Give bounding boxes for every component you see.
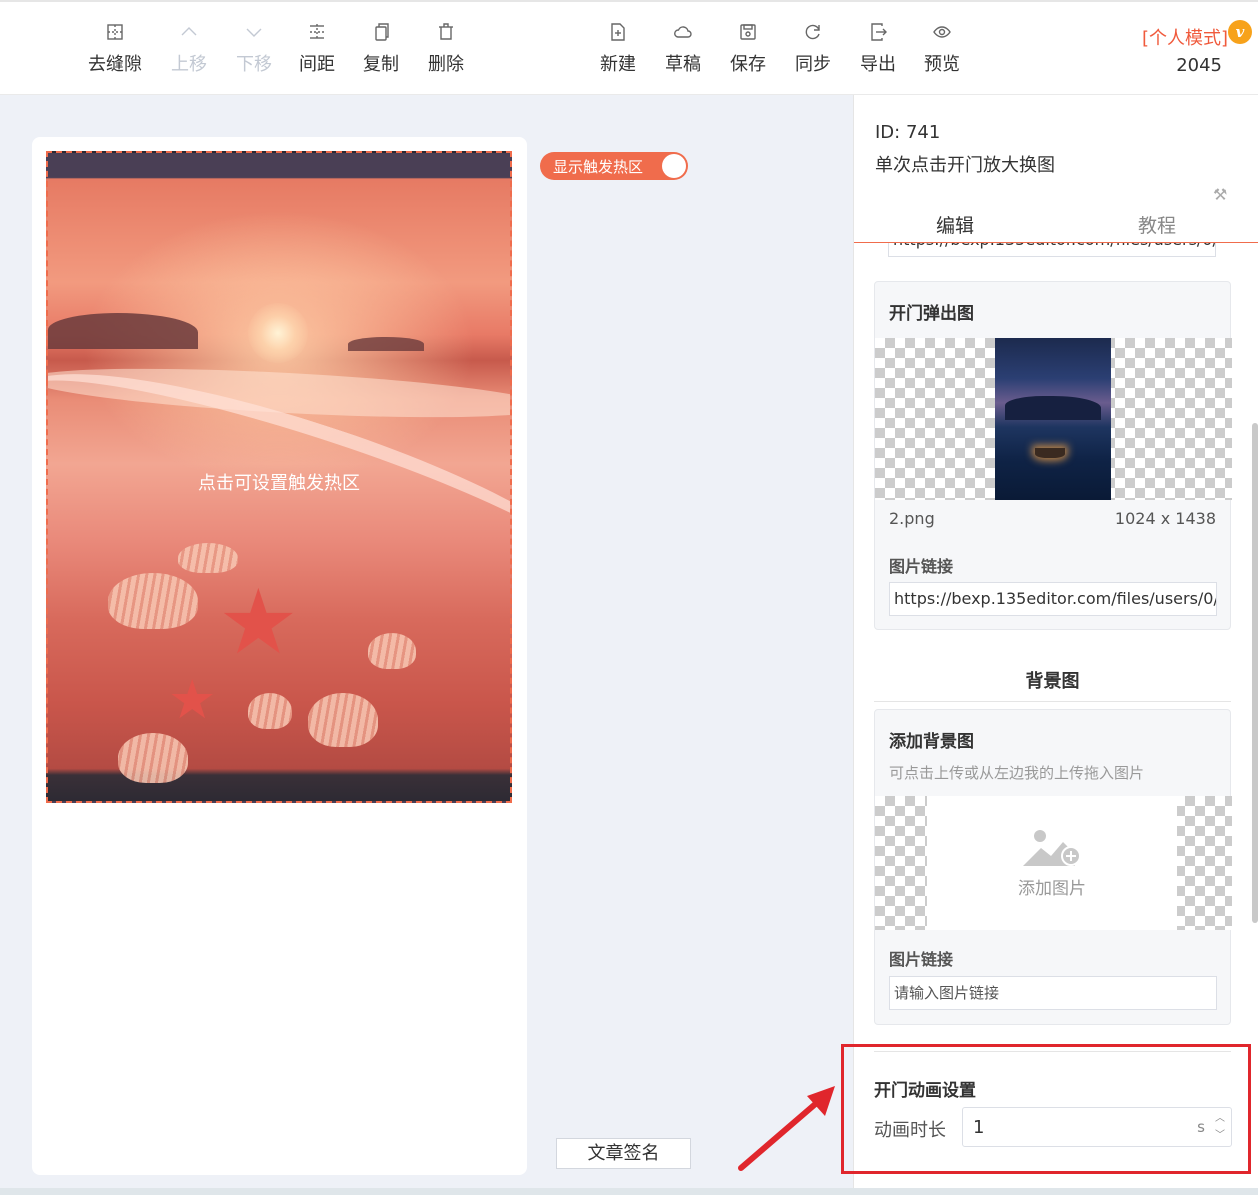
trash-icon: [414, 22, 478, 44]
export-button[interactable]: 导出: [846, 22, 910, 76]
sync-label: 同步: [795, 54, 831, 75]
divider: [874, 701, 1231, 702]
popup-link-label: 图片链接: [889, 557, 954, 576]
save-label: 保存: [730, 54, 766, 75]
popup-image-box: 开门弹出图 2.png 1024 x 1438 图片链接 https://bex…: [874, 281, 1232, 630]
tab-edit[interactable]: 编辑: [936, 211, 974, 238]
shell: [308, 693, 378, 747]
copy-button[interactable]: 复制: [349, 22, 413, 76]
night-lake-image: [995, 338, 1111, 500]
copy-icon: [349, 22, 413, 44]
panel-scrollbar[interactable]: [1252, 423, 1258, 923]
move-up-label: 上移: [171, 54, 207, 75]
spacing-icon: [285, 22, 349, 44]
background-image-dropzone[interactable]: 添加图片: [875, 796, 1232, 930]
new-file-icon: [586, 22, 650, 44]
add-image-label: 添加图片: [1018, 879, 1086, 899]
island-right: [348, 337, 424, 351]
boat: [1035, 448, 1065, 458]
toggle-knob: [662, 154, 686, 178]
chevron-down-icon: [222, 22, 286, 44]
template-id: ID: 741: [875, 122, 941, 143]
tools-icon[interactable]: ⚒: [1213, 185, 1231, 204]
remove-gap-label: 去缝隙: [88, 54, 142, 75]
background-image-title: 添加背景图: [889, 732, 974, 752]
export-icon: [846, 22, 910, 44]
delete-button[interactable]: 删除: [414, 22, 478, 76]
count-value: 2045: [1176, 55, 1222, 76]
sync-icon: [781, 22, 845, 44]
top-link-field[interactable]: https://bexp.135editor.com/files/users/0…: [888, 243, 1216, 257]
shell: [368, 633, 416, 669]
shell: [178, 543, 238, 573]
top-toolbar: 去缝隙 上移 下移 间距 复制 删除 新建 草稿 保存 同步 导出 预览 [个人…: [0, 0, 1258, 95]
copy-label: 复制: [363, 54, 399, 75]
spacing-label: 间距: [299, 54, 335, 75]
draft-button[interactable]: 草稿: [651, 22, 715, 76]
remove-gap-button[interactable]: 去缝隙: [83, 22, 147, 76]
sync-button[interactable]: 同步: [781, 22, 845, 76]
background-image-hint: 可点击上传或从左边我的上传拖入图片: [889, 764, 1145, 782]
preview-button[interactable]: 预览: [910, 22, 974, 76]
panel-tabs: 编辑 教程: [854, 201, 1258, 243]
popup-image-preview[interactable]: [875, 338, 1232, 500]
island-silhouette: [1005, 396, 1101, 420]
export-label: 导出: [860, 54, 896, 75]
spacing-button[interactable]: 间距: [285, 22, 349, 76]
popup-image-title: 开门弹出图: [889, 304, 974, 324]
move-up-button[interactable]: 上移: [157, 22, 221, 76]
highlight-box: [841, 1044, 1251, 1174]
show-hotspot-toggle[interactable]: 显示触发热区: [540, 152, 688, 180]
beach-sunset-image[interactable]: ★ ★ 点击可设置触发热区: [46, 151, 512, 803]
personal-mode-link[interactable]: [个人模式]: [1142, 24, 1228, 50]
save-button[interactable]: 保存: [716, 22, 780, 76]
island-left: [48, 313, 198, 349]
starfish: ★: [168, 668, 217, 731]
annotation-arrow-icon: [738, 1086, 835, 1171]
chevron-up-icon: [157, 22, 221, 44]
add-image-button[interactable]: 添加图片: [927, 796, 1177, 930]
popup-file-name: 2.png: [889, 509, 935, 528]
hotspot-hint: 点击可设置触发热区: [198, 473, 360, 494]
move-down-label: 下移: [236, 54, 272, 75]
eye-icon: [910, 22, 974, 44]
background-link-label: 图片链接: [889, 950, 954, 969]
tab-tutorial[interactable]: 教程: [1138, 211, 1176, 238]
article-signature-button[interactable]: 文章签名: [556, 1138, 691, 1169]
sun-glow: [248, 303, 308, 363]
add-picture-icon: [1023, 830, 1081, 866]
background-image-box: 添加背景图 可点击上传或从左边我的上传拖入图片 添加图片 图片链接 请输入图片链…: [874, 709, 1232, 1025]
preview-label: 预览: [924, 54, 960, 75]
cloud-icon: [651, 22, 715, 44]
bottom-strip: [0, 1188, 1258, 1195]
shell: [108, 573, 198, 629]
popup-link-field[interactable]: https://bexp.135editor.com/files/users/0…: [889, 582, 1217, 616]
draft-label: 草稿: [665, 54, 701, 75]
new-button[interactable]: 新建: [586, 22, 650, 76]
shell: [118, 733, 188, 783]
save-icon: [716, 22, 780, 44]
popup-file-size: 1024 x 1438: [1114, 509, 1216, 528]
starfish: ★: [218, 570, 299, 675]
toggle-label: 显示触发热区: [553, 158, 644, 176]
shell: [248, 693, 292, 729]
template-name: 单次点击开门放大换图: [875, 155, 1055, 176]
delete-label: 删除: [428, 54, 464, 75]
move-down-button[interactable]: 下移: [222, 22, 286, 76]
vip-badge-icon: v: [1228, 20, 1252, 44]
new-label: 新建: [600, 54, 636, 75]
panel-header: ID: 741 单次点击开门放大换图 ⚒: [854, 95, 1258, 204]
background-section-title: 背景图: [1025, 671, 1080, 692]
properties-panel: https://bexp.135editor.com/files/users/0…: [853, 95, 1258, 1195]
grid-icon: [83, 22, 147, 44]
background-link-input[interactable]: 请输入图片链接: [889, 976, 1217, 1010]
